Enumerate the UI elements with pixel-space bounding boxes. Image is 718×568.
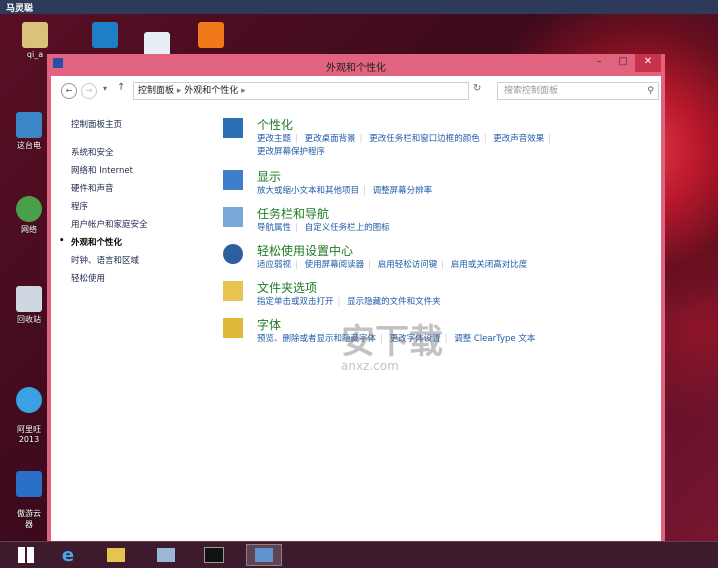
control-panel-taskbar-icon xyxy=(255,548,273,562)
section-display: 显示 放大或缩小文本和其他项目 | 调整屏幕分辨率 xyxy=(223,168,653,205)
desktop-icon-label: 这台电 xyxy=(17,141,41,150)
desktop-icon-label: 阿里旺 2013 xyxy=(17,425,41,444)
desktop-icon-app-1[interactable] xyxy=(82,22,128,50)
section-personalization: 个性化 更改主题 | 更改桌面背景 | 更改任务栏和窗口边框的颜色 | 更改声音效果 |… xyxy=(223,116,653,168)
section-title[interactable]: 字体 xyxy=(257,316,281,333)
ie-icon: e xyxy=(61,544,75,566)
section-title[interactable]: 任务栏和导航 xyxy=(257,205,329,222)
section-title[interactable]: 文件夹选项 xyxy=(257,279,317,296)
maxthon-icon xyxy=(16,471,42,497)
search-icon: ⚲ xyxy=(647,86,654,96)
desktop-icon-label: 傲游云 器 xyxy=(17,509,41,529)
watermark-text: 安下载 xyxy=(341,322,443,362)
section-link[interactable]: 指定单击或双击打开 xyxy=(257,297,334,307)
taskbar-server-manager[interactable] xyxy=(148,544,184,566)
personalization-icon xyxy=(223,118,243,138)
section-link[interactable]: 更改桌面背景 xyxy=(305,134,356,144)
desktop-icon-network[interactable]: 网络 xyxy=(6,196,52,235)
back-button[interactable]: ← xyxy=(61,83,77,99)
folder-options-icon xyxy=(223,281,243,301)
section-link[interactable]: 导航属性 xyxy=(257,223,291,233)
section-link[interactable]: 更改声音效果 xyxy=(493,134,544,144)
taskbar: e xyxy=(0,541,718,568)
sidebar-item-programs[interactable]: 程序 xyxy=(71,200,201,212)
folder-icon xyxy=(107,548,125,562)
sidebar-item-user-accounts[interactable]: 用户帐户和家庭安全 xyxy=(71,218,201,230)
fonts-icon xyxy=(223,318,243,338)
section-link[interactable]: 更改任务栏和窗口边框的颜色 xyxy=(369,134,480,144)
taskbar-icon xyxy=(223,207,243,227)
sidebar-item-appearance[interactable]: 外观和个性化 xyxy=(59,236,201,248)
desktop-icon-label: 网络 xyxy=(21,225,37,234)
breadcrumb-item[interactable]: 控制面板 xyxy=(138,86,174,96)
computer-icon xyxy=(16,112,42,138)
section-link[interactable]: 更改主题 xyxy=(257,134,291,144)
title-bar[interactable]: 外观和个性化 – □ ✕ xyxy=(47,54,665,76)
section-link[interactable]: 适应弱视 xyxy=(257,260,291,270)
sidebar-item-home[interactable]: 控制面板主页 xyxy=(71,118,201,130)
user-name: 马灵聪 xyxy=(6,4,34,14)
sidebar-item-clock-region[interactable]: 时钟、语言和区域 xyxy=(71,254,201,266)
taskbar-control-panel[interactable] xyxy=(246,544,282,566)
start-button[interactable] xyxy=(8,544,44,566)
user-folder-icon xyxy=(22,22,48,48)
desktop-icon-app-3[interactable] xyxy=(188,22,234,50)
watermark: 安下载 anxz.com xyxy=(341,314,443,373)
section-title[interactable]: 个性化 xyxy=(257,116,293,133)
control-panel-window: 外观和个性化 – □ ✕ ← → ▾ ↑ 控制面板 ▸ 外观和个性化 ▸ ↻ 搜… xyxy=(47,54,665,546)
window-title: 外观和个性化 xyxy=(326,63,386,74)
taskbar-ie[interactable]: e xyxy=(50,544,86,566)
address-bar: ← → ▾ ↑ 控制面板 ▸ 外观和个性化 ▸ ↻ 搜索控制面板 ⚲ xyxy=(51,76,661,105)
sidebar-item-network[interactable]: 网络和 Internet xyxy=(71,164,201,176)
maximize-button[interactable]: □ xyxy=(611,54,635,72)
section-title[interactable]: 显示 xyxy=(257,168,281,185)
sidebar-item-ease-of-access[interactable]: 轻松使用 xyxy=(71,272,201,284)
section-taskbar-navigation: 任务栏和导航 导航属性 | 自定义任务栏上的图标 xyxy=(223,205,653,242)
minimize-button[interactable]: – xyxy=(587,54,611,72)
windows-logo-icon xyxy=(18,547,34,563)
search-input[interactable]: 搜索控制面板 ⚲ xyxy=(497,82,659,100)
section-link[interactable]: 启用轻松访问键 xyxy=(378,260,438,270)
up-arrow-icon[interactable]: ↑ xyxy=(117,82,125,93)
section-ease-of-access-center: 轻松使用设置中心 适应弱视 | 使用屏幕阅读器 | 启用轻松访问键 | 启用或关闭高对… xyxy=(223,242,653,279)
content-pane: 控制面板主页 系统和安全 网络和 Internet 硬件和声音 程序 用户帐户和… xyxy=(51,104,661,542)
top-user-bar: 马灵聪 xyxy=(0,0,718,14)
section-link[interactable]: 放大或缩小文本和其他项目 xyxy=(257,186,359,196)
section-folder-options: 文件夹选项 指定单击或双击打开 | 显示隐藏的文件和文件夹 xyxy=(223,279,653,316)
sidebar-item-hardware-sound[interactable]: 硬件和声音 xyxy=(71,182,201,194)
section-link[interactable]: 更改屏幕保护程序 xyxy=(257,147,325,157)
close-button[interactable]: ✕ xyxy=(635,54,661,72)
ease-of-access-icon xyxy=(223,244,243,264)
desktop-icon-recycle-bin[interactable]: 回收站 xyxy=(6,286,52,325)
forward-button[interactable]: → xyxy=(81,83,97,99)
desktop-icon-maxthon[interactable]: 傲游云 器 xyxy=(6,462,52,539)
section-link[interactable]: 调整屏幕分辨率 xyxy=(373,186,433,196)
taskbar-explorer[interactable] xyxy=(98,544,134,566)
desktop-icon-this-pc[interactable]: 这台电 xyxy=(6,112,52,151)
app-icon xyxy=(92,22,118,48)
section-link[interactable]: 启用或关闭高对比度 xyxy=(451,260,528,270)
breadcrumb-item[interactable]: 外观和个性化 xyxy=(184,86,238,96)
section-title[interactable]: 轻松使用设置中心 xyxy=(257,242,353,259)
app-icon xyxy=(198,22,224,48)
taskbar-cmd[interactable] xyxy=(196,544,232,566)
sidebar-item-system-security[interactable]: 系统和安全 xyxy=(71,146,201,158)
desktop-icon-label: 回收站 xyxy=(17,315,41,324)
server-manager-icon xyxy=(157,548,175,562)
section-link[interactable]: 使用屏幕阅读器 xyxy=(305,260,365,270)
section-link[interactable]: 显示隐藏的文件和文件夹 xyxy=(347,297,441,307)
recycle-bin-icon xyxy=(16,286,42,312)
section-link[interactable]: 调整 ClearType 文本 xyxy=(454,334,535,344)
aliwangwang-icon xyxy=(16,387,42,413)
recent-dropdown-icon[interactable]: ▾ xyxy=(103,84,107,93)
network-icon xyxy=(16,196,42,222)
cmd-icon xyxy=(204,547,224,563)
breadcrumb[interactable]: 控制面板 ▸ 外观和个性化 ▸ xyxy=(133,82,469,100)
sidebar: 控制面板主页 系统和安全 网络和 Internet 硬件和声音 程序 用户帐户和… xyxy=(59,118,201,290)
display-icon xyxy=(223,170,243,190)
refresh-icon[interactable]: ↻ xyxy=(473,83,481,94)
section-link[interactable]: 自定义任务栏上的图标 xyxy=(305,223,390,233)
desktop-icon-aliwangwang[interactable]: 阿里旺 2013 xyxy=(6,378,52,453)
search-placeholder: 搜索控制面板 xyxy=(504,86,559,96)
